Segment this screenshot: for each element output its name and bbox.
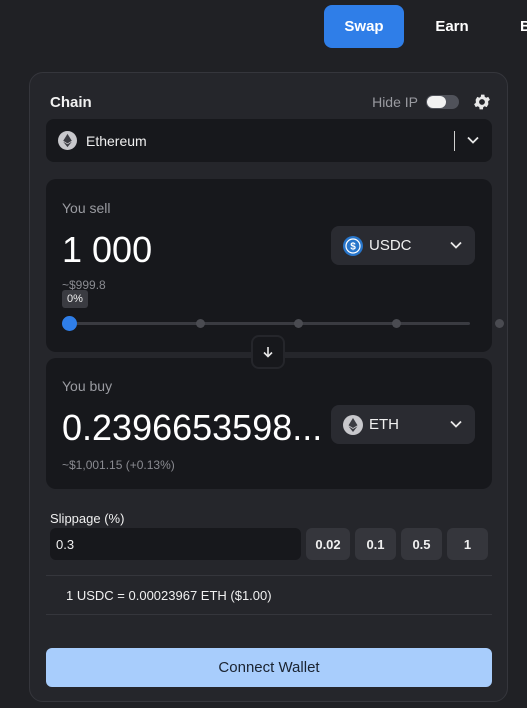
usdc-icon: $: [343, 235, 363, 256]
slider-step-dot[interactable]: [196, 319, 205, 328]
tab-bo[interactable]: Bo: [500, 5, 527, 48]
swap-card: Chain Hide IP Ethereum You sell 1 000 ~$…: [29, 72, 508, 702]
chevron-down-icon: [450, 241, 462, 249]
chevron-down-icon[interactable]: [466, 133, 480, 147]
swap-direction-button[interactable]: [251, 335, 285, 369]
sell-token-name: USDC: [369, 237, 412, 254]
sell-label: You sell: [62, 200, 111, 216]
slippage-option[interactable]: 0.02: [306, 528, 350, 560]
divider: [454, 131, 455, 151]
chain-label: Chain: [50, 94, 92, 111]
slippage-option[interactable]: 0.5: [401, 528, 442, 560]
chain-name: Ethereum: [86, 132, 147, 149]
buy-token-name: ETH: [369, 416, 399, 433]
chain-select[interactable]: Ethereum: [46, 119, 492, 162]
sell-panel: You sell 1 000 ~$999.8 $ USDC 0%: [46, 179, 504, 352]
slippage-option[interactable]: 0.1: [355, 528, 396, 560]
buy-usd-value: ~$1,001.15 (+0.13%): [62, 458, 175, 472]
buy-token-select[interactable]: ETH: [331, 405, 475, 444]
amount-slider-handle[interactable]: [62, 316, 77, 331]
buy-label: You buy: [62, 378, 113, 394]
arrow-down-icon: [263, 347, 273, 358]
hide-ip-control: Hide IP: [372, 94, 459, 110]
sell-amount[interactable]: 1 000: [62, 229, 152, 271]
slider-step-dot[interactable]: [392, 319, 401, 328]
hide-ip-label: Hide IP: [372, 94, 418, 110]
tab-earn[interactable]: Earn: [408, 5, 496, 48]
buy-panel: You buy 0.2396653598... ~$1,001.15 (+0.1…: [46, 358, 492, 489]
buy-amount: 0.2396653598...: [62, 407, 323, 448]
chevron-down-icon: [450, 420, 462, 428]
slippage-input[interactable]: [50, 528, 301, 560]
connect-wallet-button[interactable]: Connect Wallet: [46, 648, 492, 687]
sell-token-select[interactable]: $ USDC: [331, 226, 475, 265]
slippage-option[interactable]: 1: [447, 528, 488, 560]
slippage-label: Slippage (%): [50, 511, 125, 526]
slider-step-dot[interactable]: [294, 319, 303, 328]
eth-icon: [343, 414, 363, 435]
toggle-knob: [427, 96, 446, 108]
exchange-rate: 1 USDC = 0.00023967 ETH ($1.00): [46, 575, 492, 615]
swap-direction-inner: [253, 337, 283, 367]
amount-slider-track[interactable]: [68, 322, 470, 325]
hide-ip-toggle[interactable]: [426, 95, 459, 109]
svg-text:$: $: [350, 241, 356, 252]
top-nav: Swap Earn Bo: [324, 5, 527, 48]
percent-badge: 0%: [62, 290, 88, 308]
tab-swap[interactable]: Swap: [324, 5, 404, 48]
slider-step-dot[interactable]: [495, 319, 504, 328]
gear-icon[interactable]: [472, 92, 492, 112]
eth-icon: [58, 131, 77, 150]
